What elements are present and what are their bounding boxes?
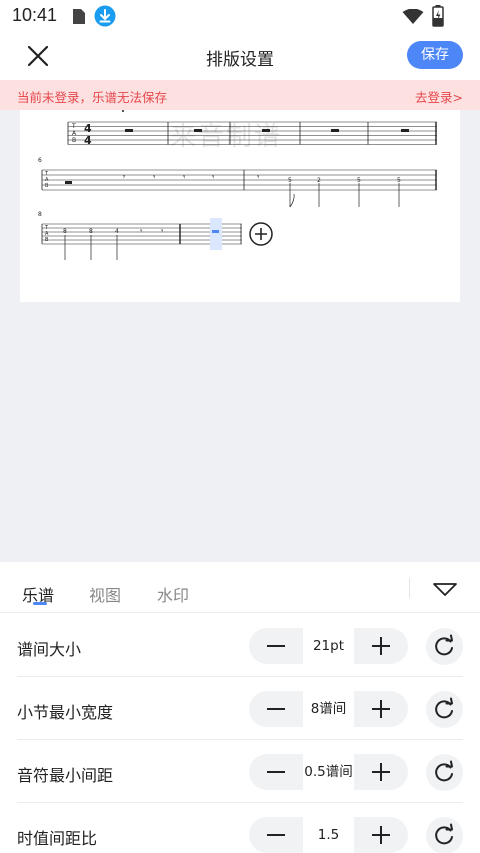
- wifi-icon: [402, 9, 424, 24]
- setting-label: 小节最小宽度: [17, 703, 114, 722]
- tab-clef-b: B: [45, 183, 49, 189]
- setting-row-note-min-spacing: 音符最小间距 0.5谱间: [17, 740, 463, 803]
- fret-number: 8: [89, 228, 93, 235]
- minus-icon[interactable]: [249, 628, 303, 664]
- status-bar: 10:41: [0, 0, 480, 32]
- time-signature-bottom: 4: [84, 134, 92, 147]
- stepper-value: 1.5: [303, 817, 354, 853]
- login-link[interactable]: 去登录>: [415, 87, 463, 106]
- tab-divider: [409, 578, 410, 598]
- minus-icon[interactable]: [249, 817, 303, 853]
- settings-panel: 乐谱 视图 水印 谱间大小 21pt 小节最小宽度 8谱间 音符最小间距 0.5…: [0, 562, 480, 853]
- tab-clef-t: T: [71, 123, 76, 130]
- whole-rest: [401, 129, 409, 132]
- score-page[interactable]: 来音制谱 T A B 4 4 6 T A B 𝄾 𝄾 𝄾 𝄾 𝄾 5 2 5 5…: [20, 110, 460, 302]
- plus-icon[interactable]: [354, 754, 408, 790]
- whole-rest: [65, 181, 72, 184]
- active-tab-indicator: [33, 602, 47, 605]
- tab-watermark[interactable]: 水印: [157, 582, 189, 606]
- eighth-rest: 𝄾: [122, 173, 126, 183]
- stepper-value: 8谱间: [303, 691, 354, 727]
- fret-number: 5: [357, 177, 361, 184]
- reset-icon[interactable]: [426, 754, 463, 791]
- reset-icon[interactable]: [426, 628, 463, 665]
- staff-spacing-stepper: 21pt: [249, 628, 408, 664]
- setting-row-duration-spacing-ratio: 时值间距比 1.5: [17, 803, 463, 853]
- fret-number: 4: [115, 228, 119, 235]
- eighth-rest: 𝄾: [257, 173, 260, 183]
- title-bar: 排版设置 保存: [0, 32, 480, 80]
- note-min-spacing-stepper: 0.5谱间: [249, 754, 408, 790]
- duration-spacing-ratio-stepper: 1.5: [249, 817, 408, 853]
- setting-row-staff-spacing: 谱间大小 21pt: [17, 614, 463, 677]
- stepper-value: 0.5谱间: [303, 754, 354, 790]
- eighth-rest: 𝄾: [183, 173, 186, 183]
- tab-view[interactable]: 视图: [89, 582, 121, 606]
- minus-icon[interactable]: [249, 691, 303, 727]
- login-warning-text: 当前未登录，乐谱无法保存: [17, 90, 168, 105]
- settings-tabs: 乐谱 视图 水印: [0, 562, 480, 613]
- add-measure-icon[interactable]: [249, 222, 273, 246]
- cursor-highlight: [210, 218, 222, 250]
- measure-number-6: 6: [38, 157, 42, 164]
- reset-icon[interactable]: [426, 691, 463, 728]
- measure-min-width-stepper: 8谱间: [249, 691, 408, 727]
- whole-rest: [262, 129, 270, 132]
- tab-staff-drawing: T A B 4 4 6 T A B 𝄾 𝄾 𝄾 𝄾 𝄾 5 2 5 5 8 T …: [38, 110, 437, 260]
- reset-icon[interactable]: [426, 817, 463, 853]
- fret-number: 5: [288, 177, 292, 184]
- whole-rest: [331, 129, 339, 132]
- minus-icon[interactable]: [249, 754, 303, 790]
- whole-rest: [194, 129, 202, 132]
- sim-card-icon: [73, 9, 85, 24]
- collapse-triangle-icon[interactable]: [430, 576, 460, 602]
- eighth-rest: 𝄾: [212, 173, 215, 183]
- setting-label: 时值间距比: [17, 829, 98, 848]
- plus-icon[interactable]: [354, 691, 408, 727]
- download-icon: [94, 5, 116, 27]
- whole-rest: [125, 129, 133, 132]
- setting-label: 谱间大小: [17, 640, 82, 659]
- score-preview-area: 来音制谱 T A B 4 4 6 T A B 𝄾 𝄾 𝄾 𝄾 𝄾 5 2 5 5…: [0, 110, 480, 562]
- login-warning-banner: 当前未登录，乐谱无法保存 去登录>: [0, 80, 480, 110]
- fret-number: 8: [63, 228, 67, 235]
- tab-clef-b: B: [45, 237, 49, 243]
- setting-row-measure-min-width: 小节最小宽度 8谱间: [17, 677, 463, 740]
- measure-number-8: 8: [38, 211, 42, 218]
- stepper-value: 21pt: [303, 628, 354, 664]
- fret-number: 2: [317, 177, 321, 184]
- setting-label: 音符最小间距: [17, 766, 114, 785]
- save-button[interactable]: 保存: [407, 41, 463, 69]
- note-head-fragment: [122, 110, 124, 112]
- plus-icon[interactable]: [354, 817, 408, 853]
- eighth-rest: 𝄾: [153, 173, 156, 183]
- status-time: 10:41: [12, 5, 58, 25]
- tab-clef-b: B: [72, 137, 76, 144]
- cursor-rest: [212, 230, 219, 233]
- fret-number: 5: [397, 177, 401, 184]
- plus-icon[interactable]: [354, 628, 408, 664]
- battery-charging-icon: [432, 5, 444, 27]
